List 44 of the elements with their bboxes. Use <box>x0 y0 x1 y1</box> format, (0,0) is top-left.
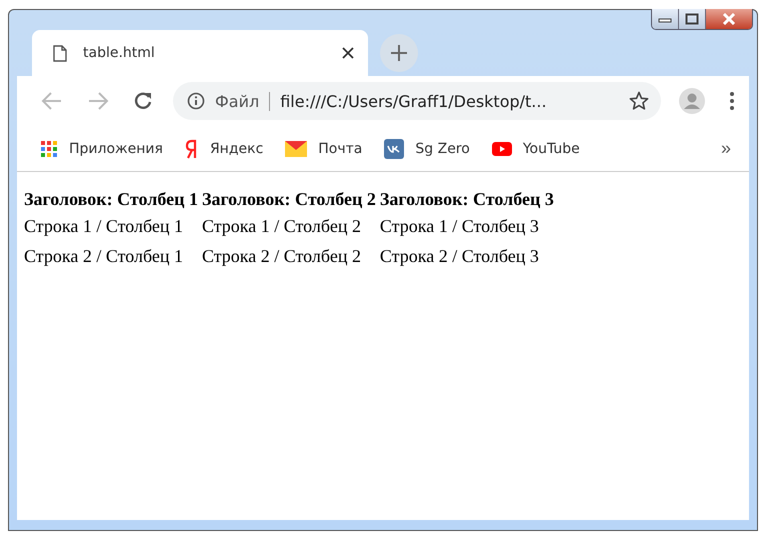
minimize-button[interactable] <box>652 9 679 29</box>
address-bar[interactable]: Файл file:///C:/Users/Graff1/Desktop/t... <box>173 82 661 120</box>
maximize-button[interactable] <box>679 9 706 29</box>
table-cell-text: Строка 1 / Столбец 3 <box>378 215 540 238</box>
bookmark-item[interactable]: Sg Zero <box>384 138 470 158</box>
bookmark-item[interactable]: Приложения <box>40 140 163 158</box>
star-icon[interactable] <box>629 91 649 111</box>
reload-icon[interactable] <box>133 91 153 111</box>
apps-grid-icon <box>40 140 58 158</box>
table-cell-text: Строка 1 / Столбец 1 <box>23 215 184 238</box>
column-header: Заголовок: Столбец 1 <box>23 188 199 211</box>
table-cell-text: Строка 2 / Столбец 1 <box>23 245 184 268</box>
menu-icon[interactable] <box>729 91 735 111</box>
close-button[interactable] <box>706 9 752 29</box>
new-tab-button[interactable] <box>380 34 418 72</box>
bookmark-item[interactable]: Яндекс <box>184 138 264 158</box>
scheme-label: Файл <box>215 92 270 110</box>
table-cell-text: Строка 2 / Столбец 2 <box>200 245 362 268</box>
vk-logo-icon <box>384 138 404 158</box>
close-icon <box>722 13 736 25</box>
url-text: file:///C:/Users/Graff1/Desktop/t... <box>280 92 548 110</box>
profile-avatar-icon[interactable] <box>679 88 705 114</box>
bookmark-item[interactable]: YouTube <box>492 140 580 156</box>
tab-title: table.html <box>83 45 156 61</box>
table-cell-text: Строка 2 / Столбец 3 <box>378 245 540 268</box>
plus-icon <box>390 44 408 62</box>
bookmark-item[interactable]: Почта <box>285 140 362 156</box>
bookmark-label: Почта <box>318 140 362 156</box>
table-cell-text: Строка 1 / Столбец 2 <box>200 215 362 238</box>
bookmarks-overflow-button[interactable]: » <box>714 138 737 159</box>
close-tab-icon[interactable] <box>342 47 354 59</box>
column-header: Заголовок: Столбец 3 <box>378 188 555 211</box>
envelope-icon <box>285 140 308 156</box>
bookmark-label: Яндекс <box>210 140 264 156</box>
browser-tab[interactable]: table.html <box>32 30 368 76</box>
bookmark-label: YouTube <box>522 140 580 156</box>
bookmark-label: Приложения <box>69 140 163 156</box>
document-icon <box>53 44 67 62</box>
info-icon[interactable] <box>187 92 205 110</box>
column-header: Заголовок: Столбец 2 <box>200 188 377 211</box>
play-button-icon <box>492 142 512 156</box>
maximize-icon <box>685 13 699 25</box>
bookmark-label: Sg Zero <box>415 140 470 156</box>
letter-logo-icon <box>184 138 199 158</box>
